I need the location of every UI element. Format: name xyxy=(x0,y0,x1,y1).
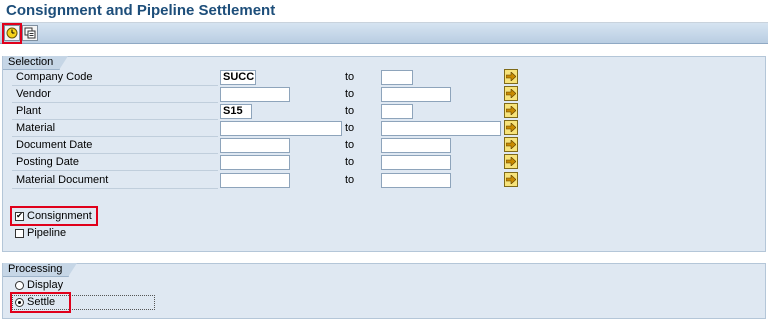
settle-radio[interactable] xyxy=(15,297,24,307)
arrow-right-icon xyxy=(506,89,516,98)
selection-row-label: Company Code xyxy=(16,71,93,83)
row-separator xyxy=(12,188,218,189)
multiple-selection-button[interactable] xyxy=(504,86,518,101)
selection-row: Vendor to xyxy=(12,86,518,103)
to-label: to xyxy=(345,139,355,151)
from-field[interactable] xyxy=(220,155,290,170)
display-radio-row[interactable]: Display xyxy=(15,278,63,292)
to-label: to xyxy=(345,122,355,134)
multiple-selection-button[interactable] xyxy=(504,137,518,152)
execute-button[interactable] xyxy=(4,25,20,41)
arrow-right-icon xyxy=(506,106,516,115)
multiple-selection-button[interactable] xyxy=(504,172,518,187)
from-field[interactable] xyxy=(220,173,290,188)
row-separator xyxy=(12,119,218,120)
from-field[interactable] xyxy=(220,87,290,102)
to-field[interactable] xyxy=(381,104,413,119)
selection-row-label: Posting Date xyxy=(16,156,79,168)
title-bar: Consignment and Pipeline Settlement xyxy=(0,0,768,23)
row-separator xyxy=(12,85,218,86)
multiple-selection-button[interactable] xyxy=(504,120,518,135)
arrow-right-icon xyxy=(506,72,516,81)
selection-row-label: Document Date xyxy=(16,139,93,151)
multiple-selection-button[interactable] xyxy=(504,154,518,169)
selection-row: Material Document to xyxy=(12,172,518,189)
selection-row: Plant S15 to xyxy=(12,103,518,120)
selection-row-label: Vendor xyxy=(16,88,51,100)
pipeline-label: Pipeline xyxy=(27,227,67,239)
selection-row: Posting Date to xyxy=(12,154,518,171)
to-field[interactable] xyxy=(381,173,451,188)
settle-radio-row[interactable]: Settle xyxy=(15,295,55,309)
to-field[interactable] xyxy=(381,138,451,153)
from-field[interactable] xyxy=(220,138,290,153)
from-field[interactable] xyxy=(220,121,342,136)
arrow-right-icon xyxy=(506,175,516,184)
multiple-selection-button[interactable] xyxy=(504,69,518,84)
display-label: Display xyxy=(27,279,64,291)
processing-frame: Processing xyxy=(2,263,766,319)
arrow-right-icon xyxy=(506,157,516,166)
to-label: to xyxy=(345,71,355,83)
to-field[interactable] xyxy=(381,87,451,102)
selection-row: Document Date to xyxy=(12,137,518,154)
arrow-right-icon xyxy=(506,140,516,149)
row-separator xyxy=(12,153,218,154)
display-radio[interactable] xyxy=(15,280,24,290)
selection-row: Material to xyxy=(12,120,518,137)
selection-row-label: Material Document xyxy=(16,174,109,186)
consignment-checkbox[interactable]: ✔ xyxy=(15,211,24,221)
processing-frame-title: Processing xyxy=(3,263,78,277)
from-field[interactable]: SUCC xyxy=(220,70,256,85)
pipeline-checkbox-row[interactable]: Pipeline xyxy=(15,226,66,240)
pipeline-checkbox[interactable] xyxy=(15,228,24,238)
from-field[interactable]: S15 xyxy=(220,104,252,119)
to-field[interactable] xyxy=(381,121,501,136)
application-toolbar xyxy=(0,23,768,44)
to-label: to xyxy=(345,105,355,117)
to-label: to xyxy=(345,174,355,186)
settle-label: Settle xyxy=(27,296,56,308)
to-label: to xyxy=(345,156,355,168)
row-separator xyxy=(12,136,218,137)
page-title: Consignment and Pipeline Settlement xyxy=(6,2,276,19)
selection-row-label: Plant xyxy=(16,105,42,117)
consignment-label: Consignment xyxy=(27,210,92,222)
multiple-selection-button[interactable] xyxy=(504,103,518,118)
to-label: to xyxy=(345,88,355,100)
row-separator xyxy=(12,170,218,171)
get-variant-icon xyxy=(24,27,36,39)
row-separator xyxy=(12,102,218,103)
to-field[interactable] xyxy=(381,155,451,170)
get-variant-button[interactable] xyxy=(22,25,38,41)
arrow-right-icon xyxy=(506,123,516,132)
selection-row: Company Code SUCC to xyxy=(12,69,518,86)
selection-frame-title: Selection xyxy=(3,56,69,70)
execute-clock-icon xyxy=(6,27,18,39)
to-field[interactable] xyxy=(381,70,413,85)
consignment-checkbox-row[interactable]: ✔ Consignment xyxy=(15,209,92,223)
selection-row-label: Material xyxy=(16,122,56,134)
